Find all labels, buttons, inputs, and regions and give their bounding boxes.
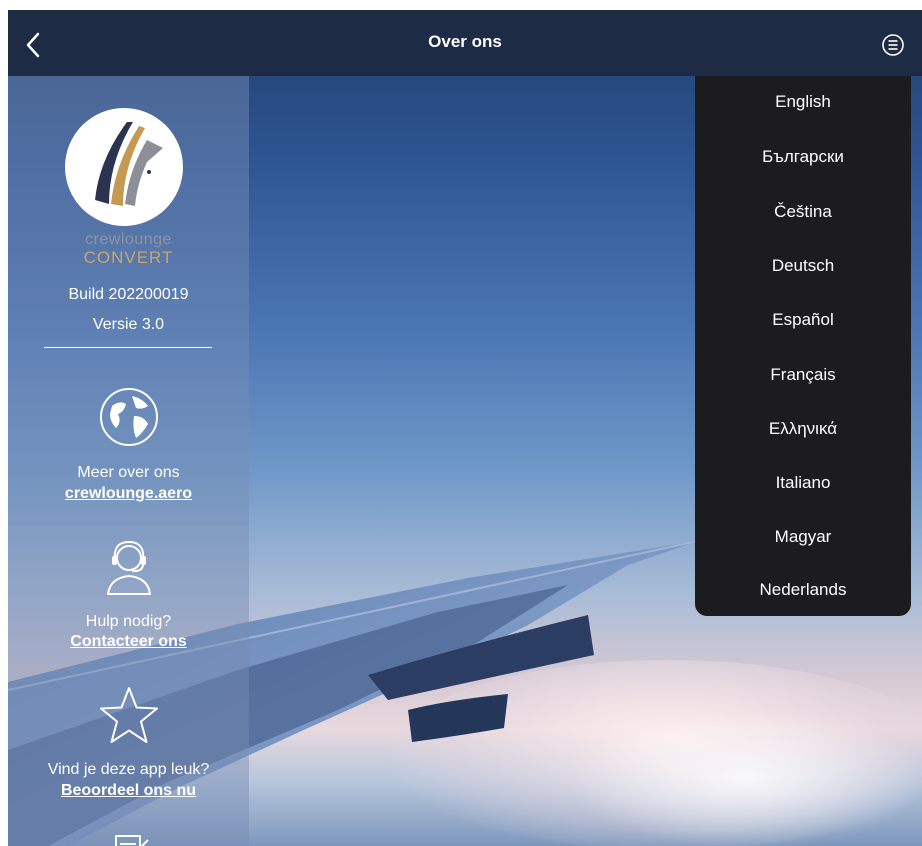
support-icon-wrap xyxy=(8,536,249,598)
version-number: Versie 3.0 xyxy=(92,316,165,333)
app-window: Over ons crewlounge CONVERT Build 202200… xyxy=(8,10,922,846)
globe-icon xyxy=(99,388,158,446)
language-option-greek[interactable]: Ελληνικά xyxy=(695,409,911,449)
header-bar: Over ons xyxy=(8,10,922,76)
about-text: Meer over ons xyxy=(77,464,180,481)
document-icon xyxy=(114,835,149,846)
language-option-english[interactable]: English xyxy=(695,82,911,122)
globe-icon-wrap xyxy=(8,386,249,448)
brand-product: CONVERT xyxy=(83,248,174,267)
rate-text: Vind je deze app leuk? xyxy=(47,761,210,778)
document-icon-wrap xyxy=(8,828,249,846)
language-dropdown-menu: English Български Čeština Deutsch Españo… xyxy=(695,76,911,616)
app-logo xyxy=(65,108,183,226)
menu-list-icon[interactable] xyxy=(881,33,905,57)
star-icon xyxy=(99,687,158,743)
language-option-german[interactable]: Deutsch xyxy=(695,246,911,286)
contact-link[interactable]: Contacteer ons xyxy=(8,633,249,651)
about-sidebar: crewlounge CONVERT Build 202200019 Versi… xyxy=(8,76,249,846)
language-option-hungarian[interactable]: Magyar xyxy=(695,517,911,557)
rate-link[interactable]: Beoordeel ons nu xyxy=(8,782,249,800)
build-number: Build 202200019 xyxy=(68,286,189,303)
language-option-french[interactable]: Français xyxy=(695,355,911,395)
language-option-dutch[interactable]: Nederlands xyxy=(695,570,911,610)
headset-support-icon xyxy=(106,540,151,595)
brand-name: crewlounge xyxy=(85,231,172,248)
website-link[interactable]: crewlounge.aero xyxy=(8,485,249,503)
help-text: Hulp nodig? xyxy=(85,613,172,630)
language-option-czech[interactable]: Čeština xyxy=(695,192,911,232)
language-option-spanish[interactable]: Español xyxy=(695,300,911,340)
star-icon-wrap xyxy=(8,684,249,746)
crewlounge-logo-icon xyxy=(95,122,163,206)
page-title: Over ons xyxy=(428,32,502,51)
language-option-italian[interactable]: Italiano xyxy=(695,463,911,503)
divider xyxy=(44,347,212,348)
language-option-bulgarian[interactable]: Български xyxy=(695,137,911,177)
